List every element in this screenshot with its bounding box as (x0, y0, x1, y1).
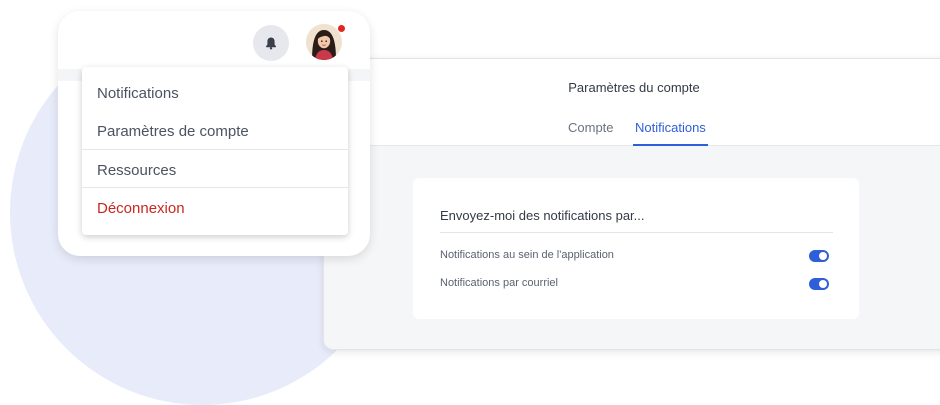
user-dropdown-menu: Notifications Paramètres de compte Resso… (82, 67, 348, 235)
notifications-card: Envoyez-moi des notifications par... Not… (413, 178, 859, 319)
in-app-notifications-toggle[interactable] (809, 250, 829, 262)
header-card: Notifications Paramètres de compte Resso… (58, 11, 370, 256)
menu-item-logout[interactable]: Déconnexion (97, 200, 185, 217)
menu-item-account-settings[interactable]: Paramètres de compte (97, 123, 249, 140)
settings-header: Paramètres du compte Compte Notification… (324, 59, 940, 146)
tab-account[interactable]: Compte (568, 120, 614, 144)
menu-divider (82, 149, 348, 150)
account-settings-panel: Paramètres du compte Compte Notification… (323, 58, 940, 350)
bell-icon (266, 37, 276, 50)
tab-notifications[interactable]: Notifications (633, 120, 708, 146)
menu-item-notifications[interactable]: Notifications (97, 85, 179, 102)
card-heading: Envoyez-moi des notifications par... (440, 208, 645, 223)
menu-divider (82, 187, 348, 188)
card-divider (440, 232, 833, 233)
email-notifications-label: Notifications par courriel (440, 277, 558, 289)
notification-dot (337, 24, 346, 33)
notifications-button[interactable] (253, 25, 289, 61)
settings-title: Paramètres du compte (568, 80, 700, 95)
menu-item-resources[interactable]: Ressources (97, 162, 176, 179)
email-notifications-toggle[interactable] (809, 278, 829, 290)
in-app-notifications-label: Notifications au sein de l'application (440, 249, 614, 261)
